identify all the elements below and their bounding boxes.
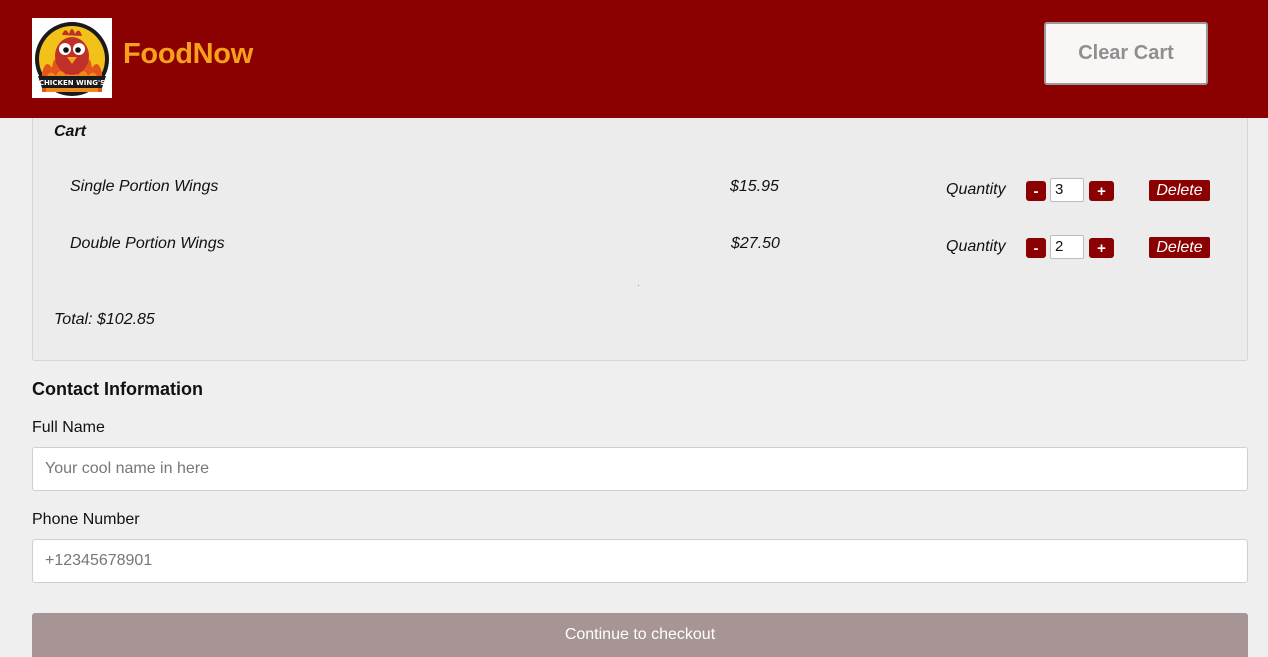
cart-item-name: Single Portion Wings xyxy=(70,178,219,195)
top-header: CHICKEN WING'S FoodNow Clear Cart xyxy=(0,0,1268,118)
decrease-quantity-button[interactable]: - xyxy=(1026,238,1046,258)
delete-item-button[interactable]: Delete xyxy=(1149,237,1210,258)
cart-total: Total: $102.85 xyxy=(54,311,155,328)
phone-number-input[interactable] xyxy=(32,539,1248,583)
full-name-label: Full Name xyxy=(32,419,105,436)
delete-item-button[interactable]: Delete xyxy=(1149,180,1210,201)
brand-name[interactable]: FoodNow xyxy=(123,38,253,71)
clear-cart-button[interactable]: Clear Cart xyxy=(1044,22,1208,85)
quantity-label: Quantity xyxy=(946,238,1006,255)
continue-to-checkout-button[interactable]: Continue to checkout xyxy=(32,613,1248,657)
logo-text: CHICKEN WING'S xyxy=(39,79,105,87)
increase-quantity-button[interactable]: + xyxy=(1089,238,1114,258)
divider-dot xyxy=(638,285,639,286)
quantity-label: Quantity xyxy=(946,181,1006,198)
cart-title: Cart xyxy=(54,123,87,140)
contact-section-title: Contact Information xyxy=(32,379,203,399)
chicken-wings-logo[interactable]: CHICKEN WING'S xyxy=(32,18,112,98)
quantity-input[interactable]: 2 xyxy=(1050,235,1084,259)
cart-item-price: $15.95 xyxy=(730,178,779,195)
cart-panel: Cart Single Portion Wings $15.95 Quantit… xyxy=(32,118,1248,361)
cart-item-price: $27.50 xyxy=(731,235,780,252)
phone-number-label: Phone Number xyxy=(32,511,140,528)
chicken-logo-icon: CHICKEN WING'S xyxy=(32,18,112,98)
decrease-quantity-button[interactable]: - xyxy=(1026,181,1046,201)
quantity-input[interactable]: 3 xyxy=(1050,178,1084,202)
increase-quantity-button[interactable]: + xyxy=(1089,181,1114,201)
cart-item-name: Double Portion Wings xyxy=(70,235,225,252)
full-name-input[interactable] xyxy=(32,447,1248,491)
